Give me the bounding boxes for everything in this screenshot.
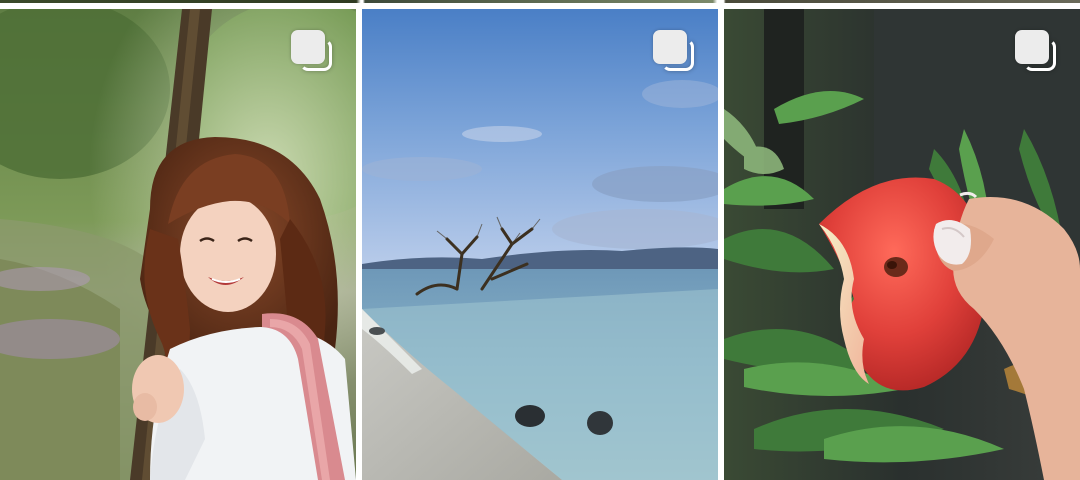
carousel-icon-front-layer bbox=[291, 30, 325, 64]
carousel-icon bbox=[290, 29, 336, 75]
carousel-icon bbox=[652, 29, 698, 75]
post-image-beach bbox=[362, 9, 718, 480]
carousel-icon bbox=[1014, 29, 1060, 75]
post-image-fruit bbox=[724, 9, 1080, 480]
photo-grid bbox=[0, 0, 1080, 480]
post-tile-beach[interactable] bbox=[362, 9, 718, 480]
post-tile-fruit[interactable] bbox=[724, 9, 1080, 480]
carousel-icon-front-layer bbox=[653, 30, 687, 64]
post-tile-portrait[interactable] bbox=[0, 9, 356, 480]
previous-row-edge bbox=[0, 0, 1080, 3]
post-image-portrait bbox=[0, 9, 356, 480]
carousel-icon-front-layer bbox=[1015, 30, 1049, 64]
